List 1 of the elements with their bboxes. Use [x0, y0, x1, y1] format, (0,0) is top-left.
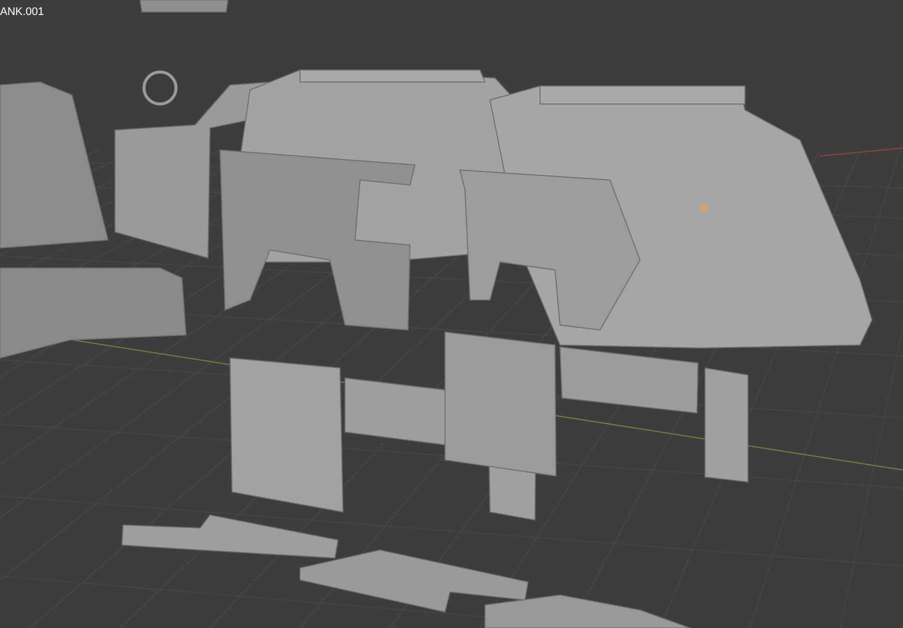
object-label: ANK.001: [0, 7, 44, 18]
